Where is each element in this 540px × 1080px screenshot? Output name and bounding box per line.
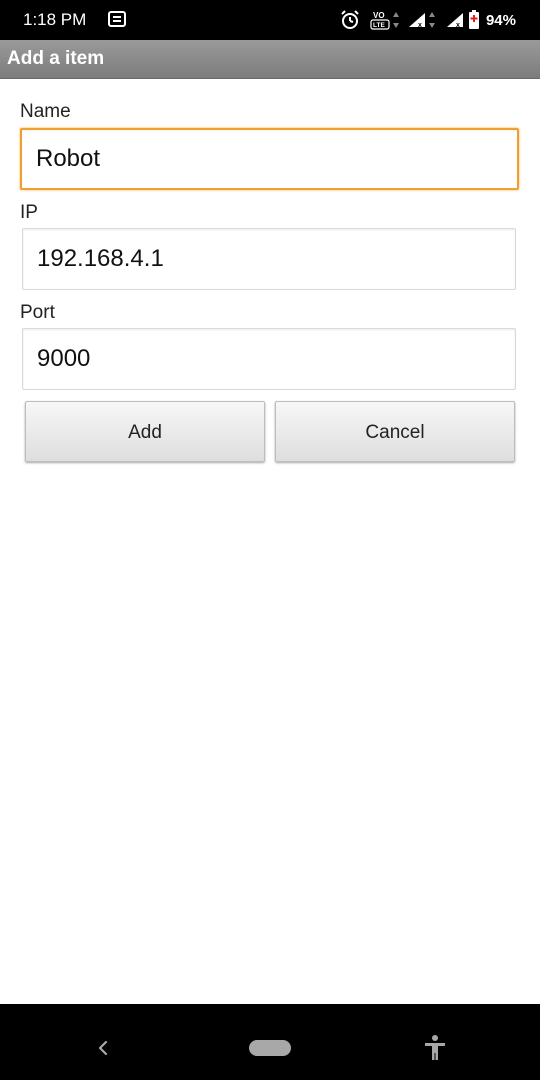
navigation-bar [0, 1004, 540, 1080]
cancel-button[interactable]: Cancel [275, 401, 515, 462]
back-icon[interactable] [96, 1038, 110, 1063]
alarm-icon [340, 10, 360, 30]
status-icons: VO LTE x x 94% [334, 8, 516, 32]
signal-icon: x [408, 12, 426, 28]
port-field[interactable]: 9000 [22, 328, 516, 390]
ip-label: IP [20, 202, 38, 223]
page-title: Add a item [7, 48, 105, 69]
svg-text:x: x [418, 22, 422, 28]
accessibility-icon[interactable] [422, 1034, 448, 1067]
data-arrows-icon [428, 11, 436, 29]
ip-field[interactable]: 192.168.4.1 [22, 228, 516, 290]
battery-percent: 94% [485, 11, 516, 29]
notification-icon [108, 11, 126, 32]
title-bar: Add a item [0, 40, 540, 79]
home-pill-icon[interactable] [249, 1040, 291, 1056]
svg-text:LTE: LTE [373, 22, 385, 29]
status-time: 1:18 PM [23, 10, 87, 29]
volte-icon: VO LTE [370, 9, 390, 31]
data-arrows-icon [392, 11, 400, 29]
svg-text:x: x [456, 22, 460, 28]
signal-icon: x [446, 12, 464, 28]
name-field[interactable]: Robot [20, 128, 519, 190]
battery-icon [468, 10, 480, 30]
port-label: Port [20, 302, 55, 323]
status-bar: 1:18 PM VO LTE x x 94% [0, 0, 540, 40]
svg-text:VO: VO [373, 11, 385, 20]
add-button[interactable]: Add [25, 401, 265, 462]
name-label: Name [20, 101, 71, 122]
